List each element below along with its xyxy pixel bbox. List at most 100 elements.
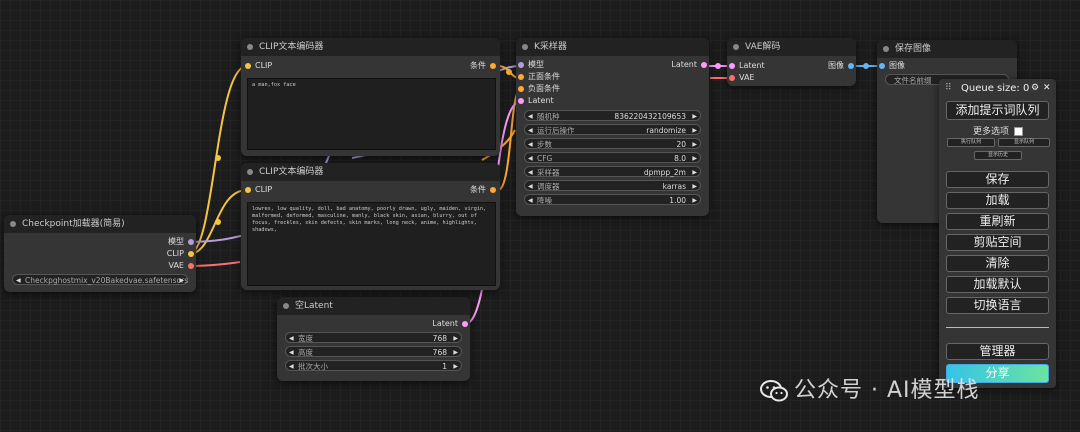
batch-size-widget[interactable]: ◀ 批次大小 1 ▶ xyxy=(285,360,462,371)
collapse-dot-icon[interactable] xyxy=(733,44,739,50)
positive-input-slot[interactable]: 正面条件 xyxy=(518,72,560,82)
collapse-dot-icon[interactable] xyxy=(247,169,253,175)
increment-arrow-icon[interactable]: ▶ xyxy=(453,333,458,344)
clear-button[interactable]: 清除 xyxy=(946,255,1049,272)
cfg-widget[interactable]: ◀ CFG 8.0 ▶ xyxy=(524,152,701,163)
decrement-arrow-icon[interactable]: ◀ xyxy=(289,333,294,344)
control-after-generate-widget[interactable]: ◀ 运行后操作 randomize ▶ xyxy=(524,124,701,135)
collapse-dot-icon[interactable] xyxy=(883,46,889,52)
increment-arrow-icon[interactable]: ▶ xyxy=(453,347,458,358)
node-header[interactable]: K采样器 xyxy=(516,38,709,56)
refresh-button[interactable]: 重刷新 xyxy=(946,213,1049,230)
decrement-arrow-icon[interactable]: ◀ xyxy=(289,347,294,358)
collapse-dot-icon[interactable] xyxy=(10,221,16,227)
node-header[interactable]: CLIP文本编码器 xyxy=(241,163,500,181)
sampler-widget[interactable]: ◀ 采样器 dpmpp_2m ▶ xyxy=(524,166,701,177)
decrement-arrow-icon[interactable]: ◀ xyxy=(528,111,533,122)
height-widget[interactable]: ◀ 高度 768 ▶ xyxy=(285,346,462,357)
latent-pin-icon[interactable] xyxy=(729,63,735,69)
increment-arrow-icon[interactable]: ▶ xyxy=(692,181,697,192)
denoise-widget[interactable]: ◀ 降噪 1.00 ▶ xyxy=(524,194,701,205)
decrement-arrow-icon[interactable]: ◀ xyxy=(528,181,533,192)
node-header[interactable]: Checkpoint加载器(简易) xyxy=(4,215,196,233)
empty-latent-node[interactable]: 空Latent Latent ◀ 宽度 768 ▶ ◀ 高度 768 ▶ ◀ 批次大小 1 ▶ xyxy=(277,297,470,381)
clip-input-slot[interactable]: CLIP xyxy=(245,61,272,71)
model-pin-icon[interactable] xyxy=(518,62,524,68)
vae-output-slot[interactable]: VAE xyxy=(169,261,194,271)
increment-arrow-icon[interactable]: ▶ xyxy=(179,275,184,286)
clip-input-slot[interactable]: CLIP xyxy=(245,185,272,195)
decrement-arrow-icon[interactable]: ◀ xyxy=(528,125,533,136)
show-queue-button[interactable]: 显示队列 xyxy=(998,138,1050,147)
vae-decode-node[interactable]: VAE解码 Latent VAE 图像 xyxy=(727,38,856,86)
increment-arrow-icon[interactable]: ▶ xyxy=(692,125,697,136)
decrement-arrow-icon[interactable]: ◀ xyxy=(528,139,533,150)
clipspace-button[interactable]: 剪贴空间 xyxy=(946,234,1049,251)
collapse-dot-icon[interactable] xyxy=(522,44,528,50)
clip-text-encoder-node-1[interactable]: CLIP文本编码器 CLIP 条件 a man,fox face xyxy=(241,38,500,156)
increment-arrow-icon[interactable]: ▶ xyxy=(453,361,458,372)
vae-pin-icon[interactable] xyxy=(729,75,735,81)
exec-queue-button[interactable]: 执行队列 xyxy=(947,138,995,147)
latent-output-slot[interactable]: Latent xyxy=(432,319,468,329)
increment-arrow-icon[interactable]: ▶ xyxy=(692,139,697,150)
width-widget[interactable]: ◀ 宽度 768 ▶ xyxy=(285,332,462,343)
ckpt-name-widget[interactable]: ◀ Checkpghostmix_v20Bakedvae.safetensors ▶ xyxy=(12,274,188,285)
cond-pin-icon[interactable] xyxy=(518,86,524,92)
decrement-arrow-icon[interactable]: ◀ xyxy=(289,361,294,372)
collapse-dot-icon[interactable] xyxy=(247,44,253,50)
clip-pin-icon[interactable] xyxy=(188,251,194,257)
model-pin-icon[interactable] xyxy=(188,239,194,245)
queue-prompt-button[interactable]: 添加提示词队列 xyxy=(946,101,1049,120)
increment-arrow-icon[interactable]: ▶ xyxy=(692,167,697,178)
collapse-dot-icon[interactable] xyxy=(283,303,289,309)
decrement-arrow-icon[interactable]: ◀ xyxy=(528,195,533,206)
node-header[interactable]: 空Latent xyxy=(277,297,470,315)
close-icon[interactable]: ✕ xyxy=(1043,83,1051,93)
decrement-arrow-icon[interactable]: ◀ xyxy=(16,275,21,286)
load-default-button[interactable]: 加载默认 xyxy=(946,276,1049,293)
image-pin-icon[interactable] xyxy=(848,63,854,69)
vae-input-slot[interactable]: VAE xyxy=(729,73,755,83)
switch-language-button[interactable]: 切换语言 xyxy=(946,297,1049,314)
cond-pin-icon[interactable] xyxy=(490,187,496,193)
clip-output-slot[interactable]: CLIP xyxy=(167,249,194,259)
negative-prompt-textarea[interactable]: lowres, low quality, doll, bad anatomy, … xyxy=(247,202,496,286)
increment-arrow-icon[interactable]: ▶ xyxy=(692,153,697,164)
conditioning-output-slot[interactable]: 条件 xyxy=(470,61,496,71)
image-output-slot[interactable]: 图像 xyxy=(828,61,854,71)
increment-arrow-icon[interactable]: ▶ xyxy=(692,111,697,122)
image-pin-icon[interactable] xyxy=(879,63,885,69)
clip-text-encoder-node-2[interactable]: CLIP文本编码器 CLIP 条件 lowres, low quality, d… xyxy=(241,163,500,290)
latent-input-slot[interactable]: Latent xyxy=(518,96,554,106)
manager-button[interactable]: 管理器 xyxy=(946,343,1049,360)
vae-pin-icon[interactable] xyxy=(188,263,194,269)
queue-panel[interactable]: ⠿ Queue size: 0 ⚙ ✕ 添加提示词队列 更多选项 执行队列 显示… xyxy=(939,79,1056,388)
ksampler-node[interactable]: K采样器 模型 正面条件 负面条件 Latent Latent ◀ 随机种 8362… xyxy=(516,38,709,216)
checkpoint-loader-node[interactable]: Checkpoint加载器(简易) 模型 CLIP VAE ◀ Checkpgho… xyxy=(4,215,196,292)
more-options-checkbox[interactable] xyxy=(1013,127,1023,136)
latent-output-slot[interactable]: Latent xyxy=(671,60,707,70)
decrement-arrow-icon[interactable]: ◀ xyxy=(528,167,533,178)
node-header[interactable]: CLIP文本编码器 xyxy=(241,38,500,56)
latent-pin-icon[interactable] xyxy=(518,98,524,104)
show-history-button[interactable]: 显示历史 xyxy=(974,151,1022,160)
conditioning-output-slot[interactable]: 条件 xyxy=(470,185,496,195)
latent-pin-icon[interactable] xyxy=(462,321,468,327)
decrement-arrow-icon[interactable]: ◀ xyxy=(528,153,533,164)
save-button[interactable]: 保存 xyxy=(946,171,1049,188)
increment-arrow-icon[interactable]: ▶ xyxy=(692,195,697,206)
steps-widget[interactable]: ◀ 步数 20 ▶ xyxy=(524,138,701,149)
node-header[interactable]: VAE解码 xyxy=(727,38,856,56)
prompt-textarea[interactable]: a man,fox face xyxy=(247,78,496,150)
node-header[interactable]: 保存图像 xyxy=(877,40,1017,58)
clip-pin-icon[interactable] xyxy=(245,63,251,69)
scheduler-widget[interactable]: ◀ 调度器 karras ▶ xyxy=(524,180,701,191)
drag-handle-icon[interactable]: ⠿ xyxy=(945,83,952,93)
cond-pin-icon[interactable] xyxy=(490,63,496,69)
negative-input-slot[interactable]: 负面条件 xyxy=(518,84,560,94)
latent-input-slot[interactable]: Latent xyxy=(729,61,765,71)
model-output-slot[interactable]: 模型 xyxy=(168,237,194,247)
seed-widget[interactable]: ◀ 随机种 836220432109653 ▶ xyxy=(524,110,701,121)
cond-pin-icon[interactable] xyxy=(518,74,524,80)
